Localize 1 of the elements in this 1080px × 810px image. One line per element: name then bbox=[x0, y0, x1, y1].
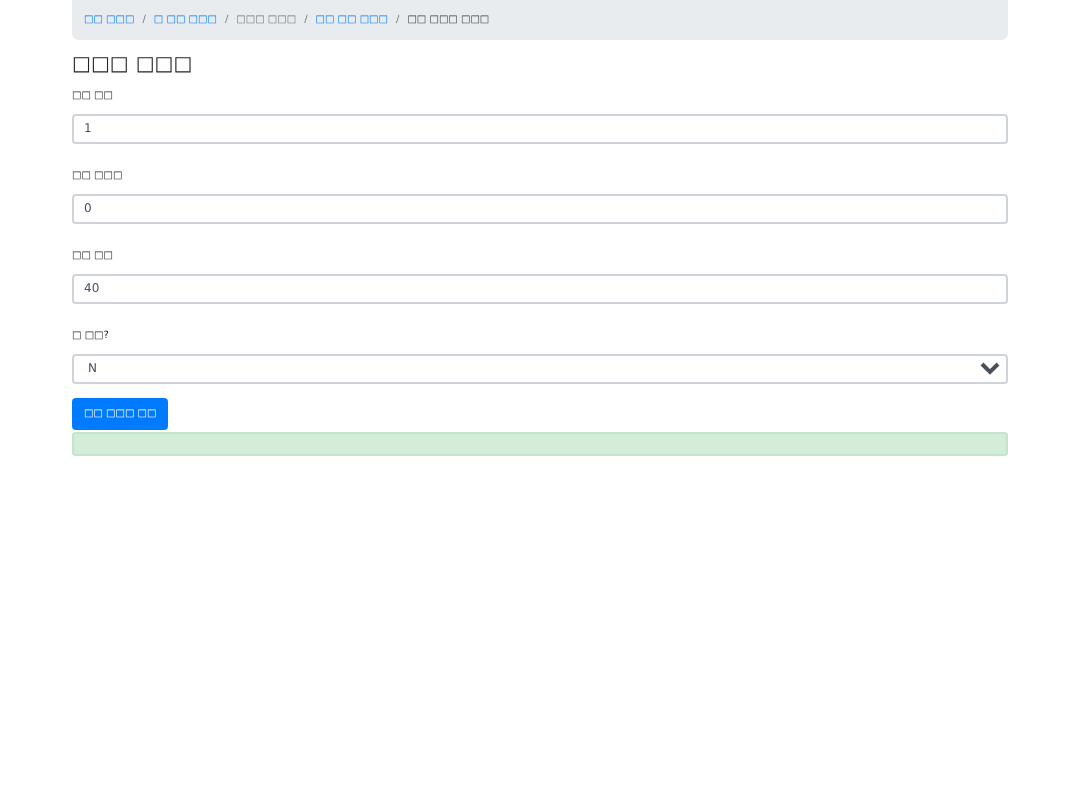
page-title: □□□ □□□ bbox=[72, 54, 195, 76]
